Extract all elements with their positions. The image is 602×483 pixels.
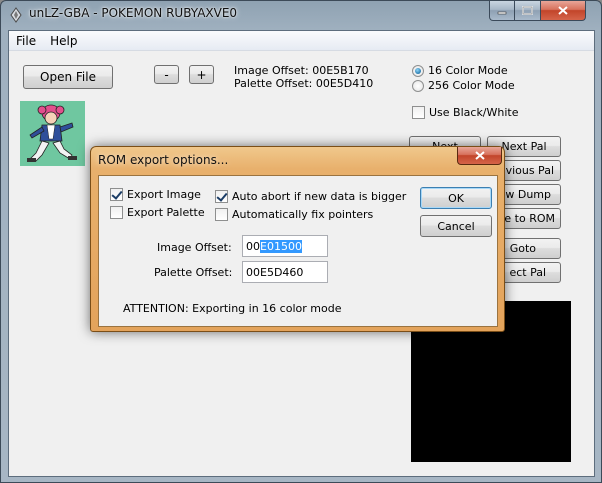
window-title: unLZ-GBA - POKEMON RUBYAXVE0 [29,6,238,20]
checkbox-box [215,208,228,221]
caption-buttons [489,1,586,21]
minimize-button[interactable] [489,1,515,21]
trainer-sprite-image [20,101,85,166]
checkbox-box [412,106,425,119]
auto-abort-checkbox[interactable]: Auto abort if new data is bigger [215,190,406,203]
palette-offset-value: 00E5D460 [246,265,304,279]
cancel-button[interactable]: Cancel [420,215,492,237]
dialog-close-button[interactable] [457,147,502,165]
checkbox-label: Use Black/White [429,106,519,119]
radio-label: 256 Color Mode [428,79,515,92]
menu-help[interactable]: Help [43,34,84,48]
menu-file[interactable]: File [9,34,43,48]
previous-button[interactable]: - [154,65,179,84]
close-button[interactable] [541,1,586,21]
checkbox-label: Export Image [127,188,201,201]
maximize-icon [522,6,533,15]
checkbox-label: Export Palette [127,206,205,219]
next-sprite-button[interactable]: + [189,65,214,84]
minimize-icon [497,11,507,14]
dialog-body: Export Image Export Palette Auto abort i… [98,175,498,327]
image-offset-prefix: 00 [246,239,260,253]
palette-offset-input[interactable]: 00E5D460 [242,261,328,283]
radio-label: 16 Color Mode [428,64,508,77]
checkbox-box [110,206,123,219]
radio-indicator [412,64,424,77]
dialog-title: ROM export options... [98,153,229,167]
use-black-white-checkbox[interactable]: Use Black/White [412,106,519,119]
export-palette-checkbox[interactable]: Export Palette [110,206,205,219]
maximize-button[interactable] [515,1,541,21]
rom-export-dialog: ROM export options... Export Image Expor… [90,146,505,332]
radio-16-color[interactable]: 16 Color Mode [412,64,508,77]
export-image-checkbox[interactable]: Export Image [110,188,201,201]
title-bar[interactable]: unLZ-GBA - POKEMON RUBYAXVE0 [1,1,601,30]
auto-fix-pointers-checkbox[interactable]: Automatically fix pointers [215,208,373,221]
checkbox-box [215,190,228,203]
menu-bar: File Help [9,31,594,51]
image-offset-label: Image Offset: [157,241,232,254]
palette-offset-label: Palette Offset: 00E5D410 [234,77,374,90]
close-icon [474,151,485,160]
image-offset-input[interactable]: 00 E01500 [242,235,328,257]
attention-message: ATTENTION: Exporting in 16 color mode [123,302,342,315]
close-icon [558,6,568,15]
checkbox-label: Automatically fix pointers [232,208,374,221]
app-icon [10,7,22,23]
radio-indicator [412,79,424,92]
image-offset-selection: E01500 [260,239,302,253]
checkbox-box [110,188,123,201]
image-offset-label: Image Offset: 00E5B170 [234,64,369,77]
ok-button[interactable]: OK [420,187,492,209]
palette-offset-label: Palette Offset: [154,266,233,279]
sprite-preview [20,101,85,166]
radio-256-color[interactable]: 256 Color Mode [412,79,515,92]
checkbox-label: Auto abort if new data is bigger [232,190,407,203]
open-file-button[interactable]: Open File [23,65,113,89]
